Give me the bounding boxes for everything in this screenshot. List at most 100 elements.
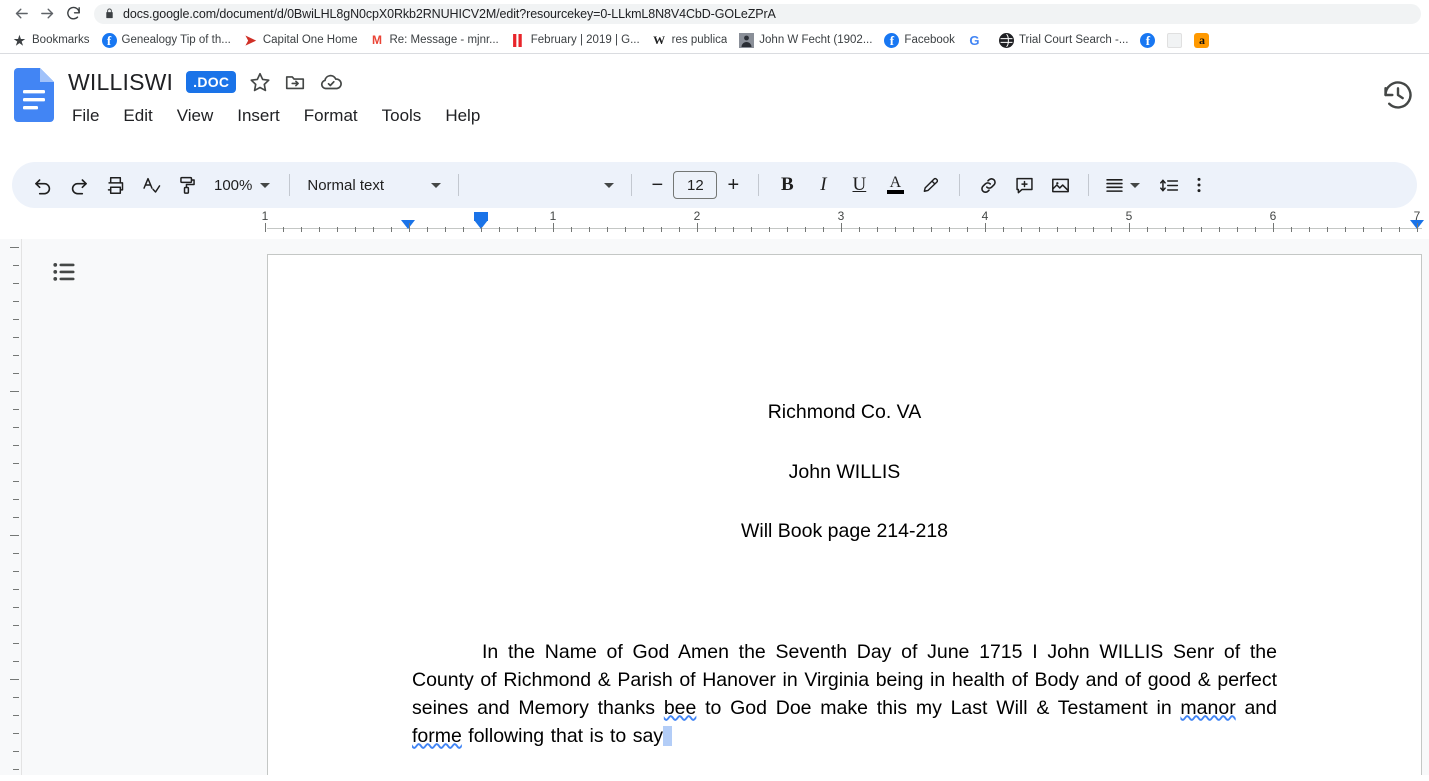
paragraph-style-dropdown[interactable]: Normal text xyxy=(301,170,447,200)
facebook-icon: f xyxy=(1140,32,1156,48)
document-content[interactable]: Richmond Co. VA John WILLIS Will Book pa… xyxy=(268,401,1421,750)
misspelled-word[interactable]: manor xyxy=(1180,697,1235,719)
ruler-tick xyxy=(463,227,464,232)
add-comment-icon[interactable] xyxy=(1007,168,1041,202)
bookmark-item-1[interactable]: f Genealogy Tip of th... xyxy=(96,31,237,50)
bookmark-item-4[interactable]: February | 2019 | G... xyxy=(505,31,646,50)
ruler-tick xyxy=(409,223,410,232)
ruler-number: 3 xyxy=(837,209,845,223)
menu-help[interactable]: Help xyxy=(443,104,482,128)
menu-bar: File Edit View Insert Format Tools Help xyxy=(70,104,1415,128)
page-title[interactable]: WILLISWI xyxy=(68,69,173,96)
menu-format[interactable]: Format xyxy=(302,104,360,128)
vertical-ruler-tick xyxy=(13,661,19,662)
misspelled-word[interactable]: forme xyxy=(412,725,462,747)
ruler-tick xyxy=(1399,227,1400,232)
ruler-tick xyxy=(1201,227,1202,232)
vertical-ruler-tick xyxy=(13,319,19,320)
menu-view[interactable]: View xyxy=(175,104,216,128)
ruler-tick xyxy=(337,227,338,232)
menu-file[interactable]: File xyxy=(70,104,101,128)
ruler-tick xyxy=(265,223,266,232)
forward-arrow-icon[interactable] xyxy=(34,2,60,26)
globe-icon xyxy=(998,32,1014,48)
bookmark-item-3[interactable]: M Re: Message - mjnr... xyxy=(363,31,504,50)
vertical-ruler-tick xyxy=(13,625,19,626)
vertical-ruler-tick xyxy=(13,607,19,608)
ruler-tick xyxy=(805,227,806,232)
ruler-tick xyxy=(949,227,950,232)
document-page[interactable]: Richmond Co. VA John WILLIS Will Book pa… xyxy=(267,254,1422,775)
chevron-down-icon[interactable] xyxy=(1130,182,1141,188)
more-options-icon[interactable] xyxy=(1188,168,1210,202)
move-to-folder-icon[interactable] xyxy=(284,71,306,93)
bookmark-item-0[interactable]: ★ Bookmarks xyxy=(6,31,96,50)
zoom-dropdown[interactable]: 100% xyxy=(206,170,278,200)
bookmark-label: res publica xyxy=(671,34,728,46)
document-outline-icon[interactable] xyxy=(50,257,80,292)
ruler-tick xyxy=(1219,227,1220,232)
toolbar-divider xyxy=(631,174,633,196)
cloud-saved-icon[interactable] xyxy=(319,70,343,94)
vertical-ruler-tick xyxy=(10,679,19,680)
facebook-icon: f xyxy=(101,32,117,48)
ruler-tick xyxy=(787,227,788,232)
decrease-font-size-button[interactable]: − xyxy=(643,171,671,199)
bookmark-item-10[interactable]: f xyxy=(1134,31,1161,50)
toolbar-divider xyxy=(289,174,291,196)
paint-format-icon[interactable] xyxy=(170,168,204,202)
bookmark-item-9[interactable]: Trial Court Search -... xyxy=(993,31,1135,50)
align-icon[interactable] xyxy=(1100,168,1128,202)
reload-icon[interactable] xyxy=(60,2,86,26)
google-docs-logo-icon[interactable] xyxy=(14,68,54,122)
doc-line-1: Richmond Co. VA xyxy=(767,401,922,423)
increase-font-size-button[interactable]: + xyxy=(719,171,747,199)
vertical-ruler[interactable] xyxy=(0,239,22,775)
italic-button[interactable]: I xyxy=(806,168,840,202)
version-history-icon[interactable] xyxy=(1381,78,1415,117)
ruler-tick xyxy=(1111,227,1112,232)
bookmark-label: Genealogy Tip of th... xyxy=(121,34,231,46)
back-arrow-icon[interactable] xyxy=(8,2,34,26)
vertical-ruler-tick xyxy=(13,355,19,356)
para-text-part3: and xyxy=(1235,696,1277,719)
bookmark-item-5[interactable]: W res publica xyxy=(646,31,734,50)
misspelled-word[interactable]: bee xyxy=(664,697,697,719)
first-line-indent-marker[interactable] xyxy=(401,220,415,229)
print-icon[interactable] xyxy=(98,168,132,202)
bookmark-item-8[interactable]: G xyxy=(961,31,993,50)
bold-button[interactable]: B xyxy=(770,168,804,202)
underline-button[interactable]: U xyxy=(842,168,876,202)
vertical-ruler-tick xyxy=(10,535,19,536)
insert-link-icon[interactable] xyxy=(971,168,1005,202)
ruler-tick xyxy=(355,227,356,232)
star-icon[interactable] xyxy=(249,71,271,93)
horizontal-ruler[interactable]: 1 1 2 3 4 5 6 7 xyxy=(0,208,1429,236)
menu-insert[interactable]: Insert xyxy=(235,104,282,128)
menu-tools[interactable]: Tools xyxy=(380,104,424,128)
ruler-number: 1 xyxy=(261,209,269,223)
spellcheck-icon[interactable] xyxy=(134,168,168,202)
ruler-tick xyxy=(481,227,482,232)
document-scroll-area[interactable]: Richmond Co. VA John WILLIS Will Book pa… xyxy=(0,239,1429,775)
ruler-tick xyxy=(553,223,554,232)
browser-nav-bar: docs.google.com/document/d/0BwiLHL8gN0cp… xyxy=(0,0,1429,27)
bookmark-item-6[interactable]: John W Fecht (1902... xyxy=(733,31,878,50)
insert-image-icon[interactable] xyxy=(1043,168,1077,202)
menu-edit[interactable]: Edit xyxy=(121,104,154,128)
font-size-input[interactable]: 12 xyxy=(673,171,718,199)
address-bar[interactable]: docs.google.com/document/d/0BwiLHL8gN0cp… xyxy=(94,3,1421,24)
redo-icon[interactable] xyxy=(62,168,96,202)
bookmark-label: Re: Message - mjnr... xyxy=(389,34,499,46)
highlight-pen-icon[interactable] xyxy=(914,168,948,202)
bookmark-item-7[interactable]: f Facebook xyxy=(878,31,961,50)
bookmark-item-11[interactable] xyxy=(1161,31,1188,50)
bookmark-item-2[interactable]: ➤ Capital One Home xyxy=(237,31,364,50)
toolbar-divider xyxy=(1088,174,1090,196)
text-color-button[interactable]: A xyxy=(878,168,912,202)
font-family-dropdown[interactable] xyxy=(470,170,620,200)
bookmark-item-12[interactable]: a xyxy=(1188,31,1215,50)
paragraph-style-value: Normal text xyxy=(307,176,385,194)
line-spacing-icon[interactable] xyxy=(1152,168,1186,202)
undo-icon[interactable] xyxy=(26,168,60,202)
